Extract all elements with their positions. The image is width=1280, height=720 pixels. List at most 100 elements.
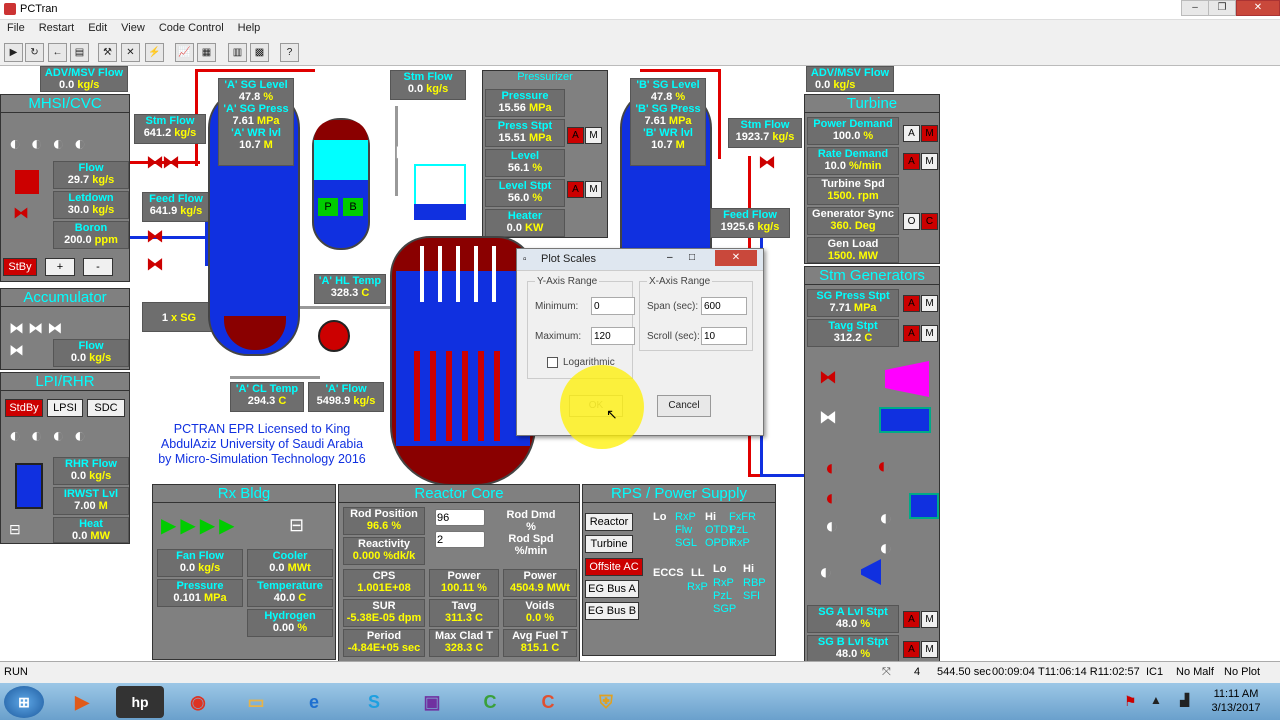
alert-flag-icon[interactable]: ⚑: [1124, 693, 1137, 710]
gen-close-button[interactable]: C: [921, 213, 938, 230]
rod-demand-input[interactable]: [435, 509, 485, 526]
emergency-pump-icon[interactable]: ◐: [819, 559, 832, 585]
sga-auto-button[interactable]: A: [903, 611, 920, 628]
sga-manual-button[interactable]: M: [921, 611, 938, 628]
msiv-a-icon[interactable]: ⧓⧓: [146, 152, 180, 173]
file-explorer-icon[interactable]: ▭: [232, 686, 280, 718]
msiv-b-icon[interactable]: ⧓: [758, 152, 776, 173]
valve-icon[interactable]: ⧓: [13, 203, 29, 223]
camtasia-green-icon[interactable]: C: [466, 686, 514, 718]
safety-valve-icons-a[interactable]: ⊿⊿: [136, 70, 182, 91]
lpi-stby-button[interactable]: StdBy: [5, 399, 43, 417]
offsite-ac-button[interactable]: Offsite AC: [585, 558, 643, 576]
logarithmic-checkbox[interactable]: [547, 357, 558, 368]
sgp-auto-button[interactable]: A: [903, 295, 920, 312]
menu-file[interactable]: File: [0, 20, 32, 36]
pctran-icon[interactable]: ▣: [408, 686, 456, 718]
aux-feed-pump-icons[interactable]: ◐ ◐: [879, 503, 892, 563]
clock[interactable]: 11:11 AM 3/13/2017: [1206, 687, 1266, 715]
maximize-button[interactable]: ❐: [1208, 0, 1236, 16]
internet-explorer-icon[interactable]: e: [290, 686, 338, 718]
restart-icon[interactable]: ↻: [25, 43, 44, 62]
gen-open-button[interactable]: O: [903, 213, 920, 230]
cut-icon[interactable]: ✕: [121, 43, 140, 62]
print-icon[interactable]: ▤: [70, 43, 89, 62]
table-icon[interactable]: ▥: [228, 43, 247, 62]
reactor-trip-button[interactable]: Reactor: [585, 513, 633, 531]
network-icon[interactable]: ▟: [1180, 693, 1189, 707]
accumulator-valve-icons[interactable]: ⧓ ⧓ ⧓: [9, 319, 62, 337]
sgp-manual-button[interactable]: M: [921, 295, 938, 312]
camtasia-recorder-icon[interactable]: C: [524, 686, 572, 718]
start-button[interactable]: ⊞: [4, 686, 44, 718]
level-auto-button[interactable]: A: [567, 181, 584, 198]
tool-icon[interactable]: ⚒: [98, 43, 117, 62]
eg-bus-a-button[interactable]: EG Bus A: [585, 580, 639, 598]
close-button[interactable]: ✕: [1236, 0, 1280, 16]
grid-icon[interactable]: ▩: [250, 43, 269, 62]
fw-valve-a1-icon[interactable]: ⧓: [146, 226, 164, 247]
cancel-button[interactable]: Cancel: [657, 395, 711, 417]
mhsi-minus-button[interactable]: -: [83, 258, 113, 276]
chart-icon[interactable]: 📈: [175, 43, 194, 62]
turbine-trip-button[interactable]: Turbine: [585, 535, 633, 553]
menu-help[interactable]: Help: [231, 20, 268, 36]
rod-speed-input[interactable]: [435, 531, 485, 548]
sdc-button[interactable]: SDC: [87, 399, 125, 417]
help-icon[interactable]: ?: [280, 43, 299, 62]
skype-icon[interactable]: S: [350, 686, 398, 718]
feedwater-pump-icons[interactable]: ◐ ◐: [825, 453, 838, 513]
pressurizer-heater-p[interactable]: P: [318, 198, 338, 216]
pressure-manual-button[interactable]: M: [585, 127, 602, 144]
mhsi-plus-button[interactable]: +: [45, 258, 75, 276]
menu-view[interactable]: View: [114, 20, 152, 36]
eg-bus-b-button[interactable]: EG Bus B: [585, 602, 639, 620]
turbine-auto-button[interactable]: A: [903, 125, 920, 142]
chrome-icon[interactable]: ◉: [174, 686, 222, 718]
pump-icons[interactable]: ◐ ◐ ◐ ◐: [9, 133, 88, 156]
surge-valve-icon[interactable]: ⧗: [370, 178, 383, 199]
accumulator-valve-icon[interactable]: ⧓: [9, 341, 24, 359]
steam-dump-valve-icon[interactable]: ⧓: [819, 367, 837, 388]
fw-valve-a2-icon[interactable]: ⧓: [146, 254, 164, 275]
tray-arrow-icon[interactable]: ▲: [1150, 693, 1162, 707]
tavg-auto-button[interactable]: A: [903, 325, 920, 342]
shield-icon[interactable]: ⛨: [582, 686, 630, 718]
menu-code-control[interactable]: Code Control: [152, 20, 231, 36]
menu-edit[interactable]: Edit: [81, 20, 114, 36]
reactor-coolant-pump-icon[interactable]: [318, 320, 350, 352]
mhsi-stby-button[interactable]: StBy: [3, 258, 37, 276]
spray-valve-icon[interactable]: ⧓: [395, 142, 413, 163]
rate-manual-button[interactable]: M: [921, 153, 938, 170]
back-icon[interactable]: ←: [48, 43, 67, 62]
minimize-button[interactable]: –: [1181, 0, 1209, 16]
pressure-auto-button[interactable]: A: [567, 127, 584, 144]
level-manual-button[interactable]: M: [585, 181, 602, 198]
turbine-manual-button[interactable]: M: [921, 125, 938, 142]
plot-icon[interactable]: ▦: [197, 43, 216, 62]
x-span-input[interactable]: [701, 297, 747, 315]
y-min-input[interactable]: [591, 297, 635, 315]
relief-valve-icons[interactable]: ⊿⊿⊿: [305, 80, 374, 101]
menu-restart[interactable]: Restart: [32, 20, 81, 36]
pressurizer-heater-b[interactable]: B: [343, 198, 363, 216]
dialog-minimize-icon[interactable]: –: [667, 252, 673, 263]
lpi-pump-icons[interactable]: ◐ ◐ ◐ ◐: [9, 425, 88, 448]
y-max-input[interactable]: [591, 327, 635, 345]
media-player-icon[interactable]: ▶: [58, 686, 106, 718]
sgb-manual-button[interactable]: M: [921, 641, 938, 658]
dialog-maximize-icon[interactable]: □: [689, 252, 695, 263]
fan-icons[interactable]: ▶▶▶▶: [161, 513, 239, 538]
safety-valve-icons-b[interactable]: ⊿⊿: [735, 70, 781, 91]
aux-pump-icon[interactable]: ◐: [825, 513, 838, 539]
rate-auto-button[interactable]: A: [903, 153, 920, 170]
hp-icon[interactable]: hp: [116, 686, 164, 718]
dialog-close-icon[interactable]: ✕: [715, 250, 757, 266]
run-icon[interactable]: ▶: [4, 43, 23, 62]
condensate-pump-icon[interactable]: ◐: [877, 453, 890, 479]
sgb-auto-button[interactable]: A: [903, 641, 920, 658]
tavg-manual-button[interactable]: M: [921, 325, 938, 342]
x-scroll-input[interactable]: [701, 327, 747, 345]
malfunction-icon[interactable]: ⚡: [145, 43, 164, 62]
lpsi-button[interactable]: LPSI: [47, 399, 83, 417]
